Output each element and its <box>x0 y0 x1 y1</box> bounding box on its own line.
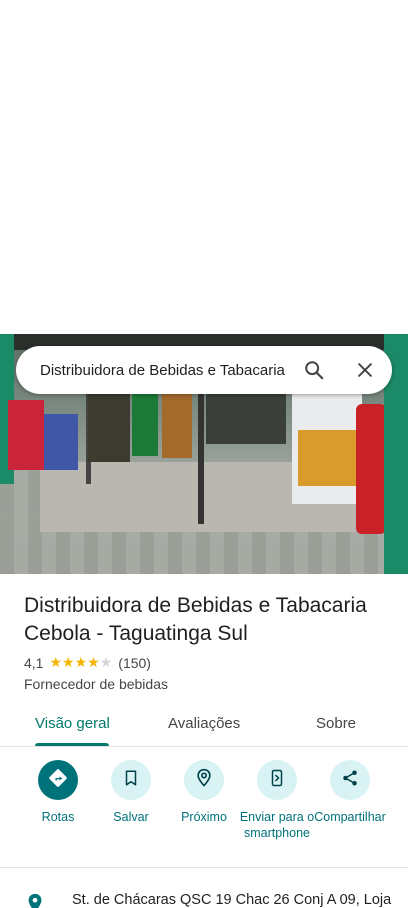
search-bar[interactable]: Distribuidora de Bebidas e Tabacaria Ceb… <box>16 346 392 394</box>
tab-indicator <box>35 743 109 746</box>
star-icon: ★ <box>74 654 88 670</box>
nearby-icon <box>194 768 214 793</box>
send-to-phone-label: Enviar para o smartphone <box>239 810 315 840</box>
share-label: Compartilhar <box>314 810 386 824</box>
tab-overview[interactable]: Visão geral <box>35 715 110 732</box>
bookmark-icon <box>122 769 140 792</box>
save-button[interactable]: Salvar <box>93 760 169 825</box>
star-icon: ★ <box>49 654 63 670</box>
search-icon[interactable] <box>302 358 326 382</box>
nearby-label: Próximo <box>181 810 227 824</box>
rating-value: 4,1 <box>24 654 44 671</box>
star-empty-icon: ★ <box>99 654 113 670</box>
location-pin-icon <box>24 892 46 908</box>
save-label: Salvar <box>113 810 149 824</box>
directions-label: Rotas <box>41 810 75 824</box>
rating-stars: ★★★★★ <box>49 654 112 671</box>
tab-bar: Visão geral Avaliações Sobre <box>0 704 408 747</box>
nearby-button[interactable]: Próximo <box>166 760 242 825</box>
divider <box>0 867 408 868</box>
place-category: Fornecedor de bebidas <box>24 676 168 692</box>
send-to-phone-button[interactable]: Enviar para o smartphone <box>239 760 315 841</box>
search-query[interactable]: Distribuidora de Bebidas e Tabacaria Ceb… <box>40 362 288 379</box>
place-title: Distribuidora de Bebidas e Tabacaria Ceb… <box>24 594 367 645</box>
address-text: St. de Chácaras QSC 19 Chac 26 Conj A 09… <box>72 892 392 908</box>
rating-row[interactable]: 4,1 ★★★★★ (150) <box>24 654 151 671</box>
star-icon: ★ <box>87 654 100 670</box>
close-icon[interactable] <box>353 358 377 382</box>
reviews-count: (150) <box>118 654 151 671</box>
tab-about[interactable]: Sobre <box>316 715 356 732</box>
share-button[interactable]: Compartilhar <box>312 760 388 825</box>
directions-button[interactable]: Rotas <box>20 760 96 825</box>
tab-reviews[interactable]: Avaliações <box>168 715 240 732</box>
directions-icon <box>48 768 68 793</box>
send-to-phone-icon <box>268 768 286 793</box>
address-row[interactable]: St. de Chácaras QSC 19 Chac 26 Conj A 09… <box>24 892 404 908</box>
star-icon: ★ <box>62 654 75 670</box>
share-icon <box>341 769 359 792</box>
